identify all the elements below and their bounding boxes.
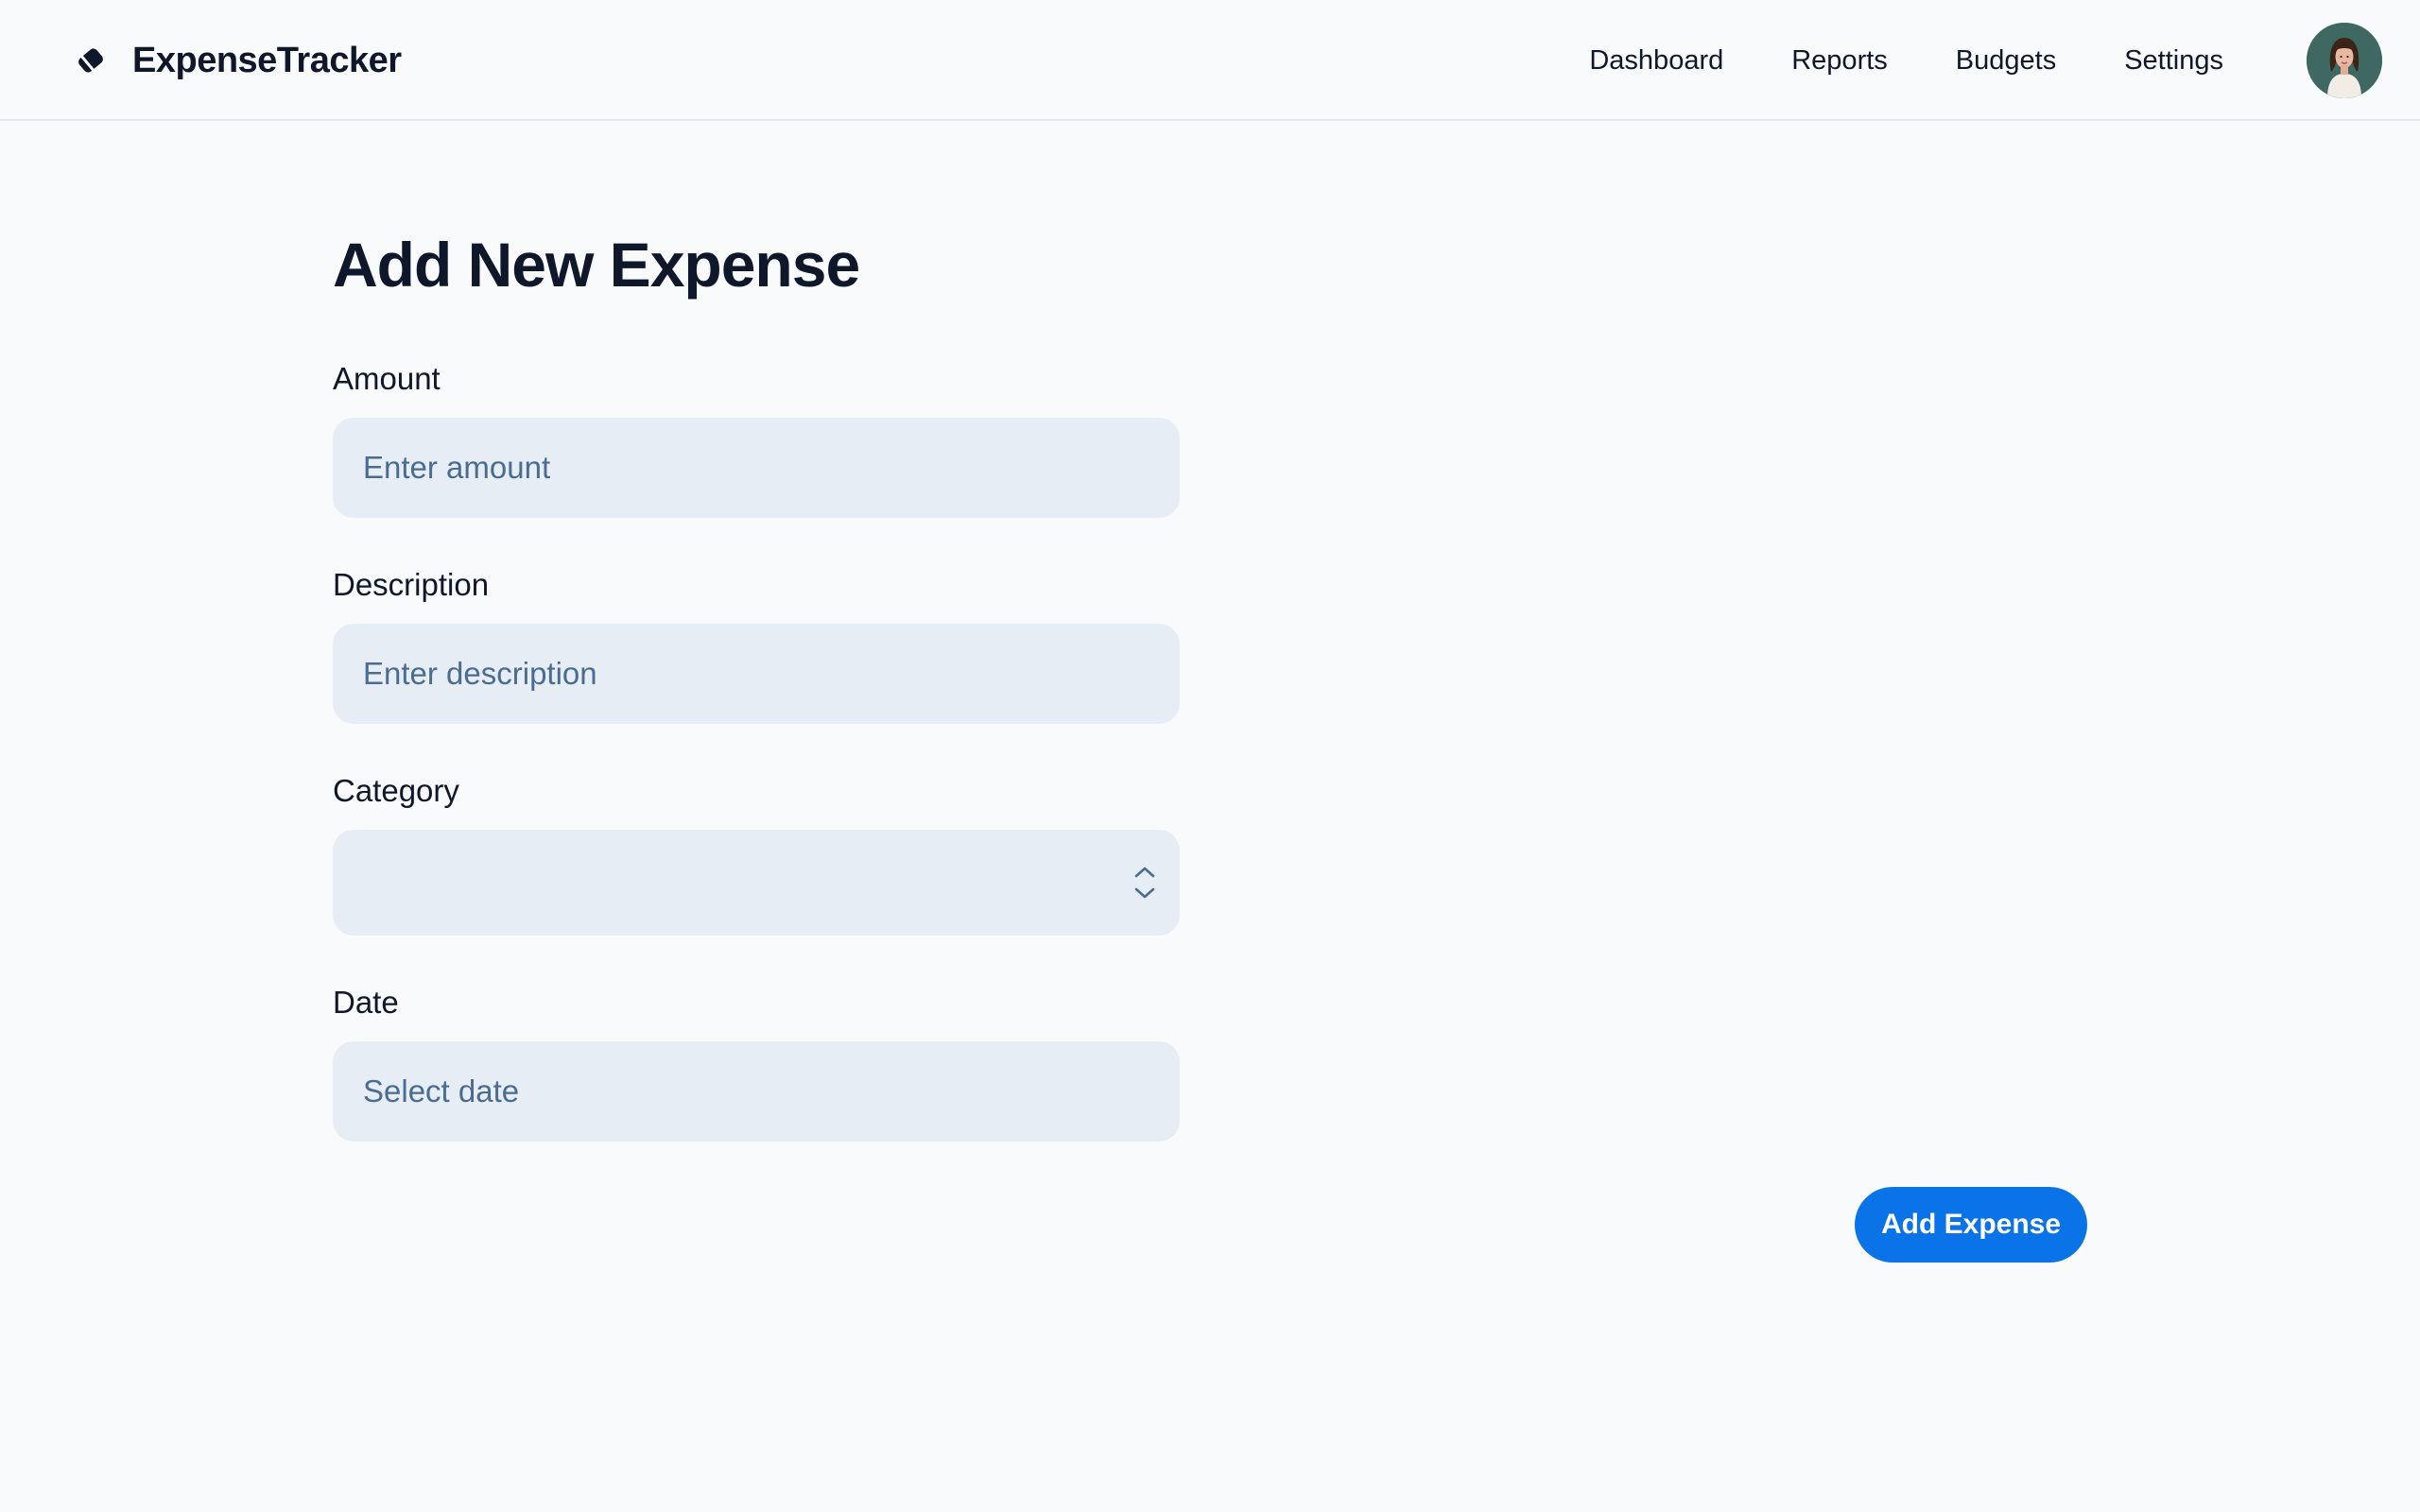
nav-item-reports[interactable]: Reports: [1791, 45, 1888, 77]
date-placeholder: Select date: [363, 1074, 520, 1108]
description-input[interactable]: Enter description: [333, 624, 1180, 724]
top-navbar: ExpenseTracker Dashboard Reports Budgets…: [0, 0, 2420, 121]
date-input[interactable]: Select date: [333, 1041, 1180, 1142]
amount-input[interactable]: Enter amount: [333, 418, 1180, 518]
description-placeholder: Enter description: [363, 656, 597, 691]
date-label: Date: [333, 985, 399, 1020]
main-nav: Dashboard Reports Budgets Settings: [1521, 0, 2223, 121]
nav-item-budgets[interactable]: Budgets: [1956, 45, 2056, 77]
amount-placeholder: Enter amount: [363, 450, 551, 485]
expense-form: Add New Expense Amount Enter amount Desc…: [333, 227, 1180, 1142]
nav-item-settings[interactable]: Settings: [2124, 45, 2223, 77]
page-title: Add New Expense: [333, 230, 860, 300]
add-expense-button[interactable]: Add Expense: [1855, 1187, 2087, 1263]
description-label: Description: [333, 567, 490, 602]
chevron-up-down-icon: [1132, 830, 1157, 936]
tag-icon: [76, 45, 106, 76]
nav-item-dashboard[interactable]: Dashboard: [1589, 45, 1723, 77]
category-select[interactable]: [333, 830, 1180, 936]
user-avatar[interactable]: [2307, 23, 2382, 98]
category-label: Category: [333, 773, 459, 808]
amount-label: Amount: [333, 361, 441, 396]
app-name: ExpenseTracker: [132, 40, 402, 80]
brand[interactable]: ExpenseTracker: [76, 0, 402, 121]
